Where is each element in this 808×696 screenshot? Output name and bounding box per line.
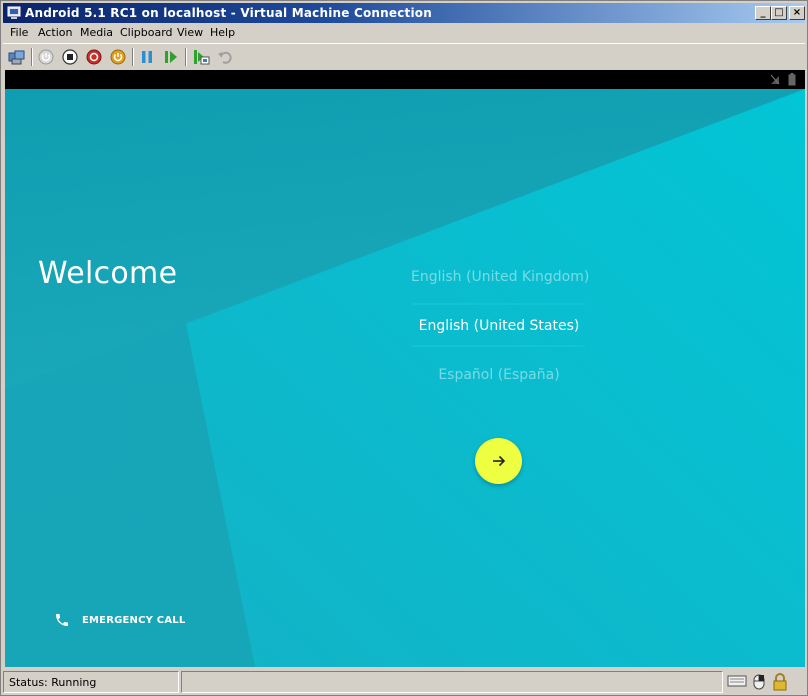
save-state-button[interactable]: [108, 47, 128, 67]
save-icon: [110, 49, 126, 65]
lock-icon: [773, 673, 787, 691]
snapshot-button[interactable]: [191, 47, 211, 67]
vm-connection-icon: [7, 6, 21, 19]
start-button[interactable]: [36, 47, 56, 67]
resume-icon: [165, 51, 177, 63]
snapshot-icon: [194, 50, 210, 65]
menu-help[interactable]: Help: [210, 26, 235, 39]
ctrl-alt-del-button[interactable]: [7, 47, 27, 67]
turn-off-icon: [62, 49, 78, 65]
close-button[interactable]: ×: [789, 6, 805, 20]
selection-divider-bottom: [412, 345, 585, 347]
pause-button[interactable]: [137, 47, 157, 67]
start-icon: [38, 49, 54, 65]
selection-divider-top: [412, 303, 585, 305]
vm-connection-window: Android 5.1 RC1 on localhost - Virtual M…: [0, 0, 808, 696]
maximize-button[interactable]: □: [771, 6, 787, 20]
keyboard-icon: [727, 675, 747, 687]
menu-view[interactable]: View: [177, 26, 203, 39]
android-background: [5, 89, 805, 667]
status-icons: [727, 673, 789, 691]
resume-button[interactable]: [161, 47, 181, 67]
language-option-es-es[interactable]: Español (España): [411, 367, 587, 383]
mouse-icon: [753, 674, 765, 690]
toolbar: [3, 43, 805, 69]
arrow-right-icon: [492, 455, 505, 467]
menu-action[interactable]: Action: [38, 26, 72, 39]
revert-icon: [218, 51, 232, 64]
menu-bar: File Action Media Clipboard View Help: [3, 24, 805, 42]
status-bar: Status: Running: [3, 669, 805, 695]
window-title: Android 5.1 RC1 on localhost - Virtual M…: [25, 6, 432, 20]
menu-media[interactable]: Media: [80, 26, 113, 39]
ctrl-alt-del-icon: [8, 50, 25, 65]
android-status-bar: [5, 70, 805, 89]
status-text: Status: Running: [9, 676, 97, 689]
emergency-call-label: EMERGENCY CALL: [82, 614, 186, 626]
language-option-en-gb[interactable]: English (United Kingdom): [411, 269, 589, 285]
turn-off-button[interactable]: [60, 47, 80, 67]
shutdown-icon: [86, 49, 102, 65]
title-bar[interactable]: Android 5.1 RC1 on localhost - Virtual M…: [3, 3, 805, 23]
vm-display[interactable]: Welcome English (United Kingdom) English…: [5, 70, 805, 667]
menu-file[interactable]: File: [10, 26, 28, 39]
minimize-button[interactable]: _: [755, 6, 771, 20]
emergency-call-button[interactable]: EMERGENCY CALL: [54, 612, 185, 628]
status-pane: Status: Running: [3, 671, 179, 693]
menu-clipboard[interactable]: Clipboard: [120, 26, 173, 39]
battery-icon: [788, 73, 796, 86]
pause-icon: [142, 51, 152, 63]
phone-icon: [56, 614, 68, 626]
status-pane-empty: [181, 671, 723, 693]
revert-button[interactable]: [215, 47, 235, 67]
welcome-heading: Welcome: [38, 256, 178, 291]
no-signal-icon: [770, 74, 780, 85]
shutdown-button[interactable]: [84, 47, 104, 67]
language-option-en-us[interactable]: English (United States): [411, 318, 587, 334]
next-button[interactable]: [475, 438, 522, 484]
